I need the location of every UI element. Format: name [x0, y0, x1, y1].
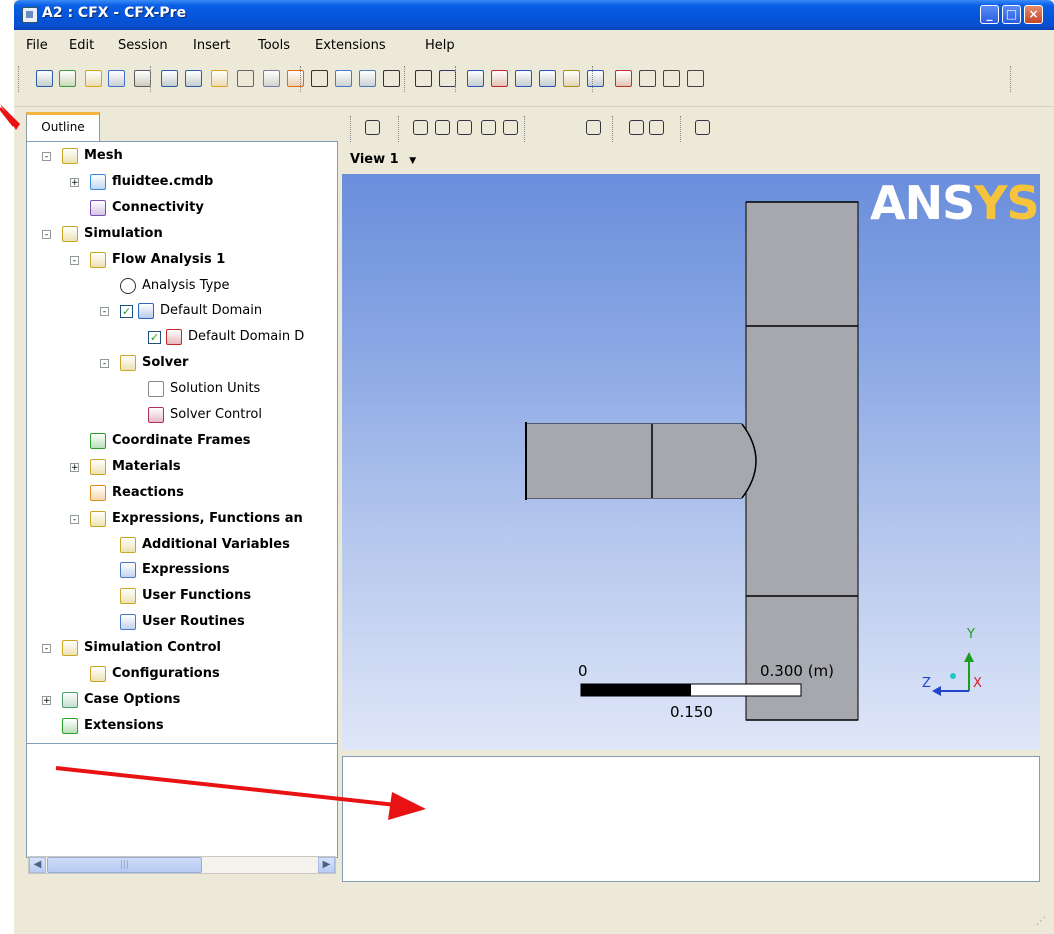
- arrow-to-message-panel: [55, 766, 397, 807]
- annotation-arrows: [0, 104, 426, 820]
- arrow-tip-top-left: [0, 104, 20, 130]
